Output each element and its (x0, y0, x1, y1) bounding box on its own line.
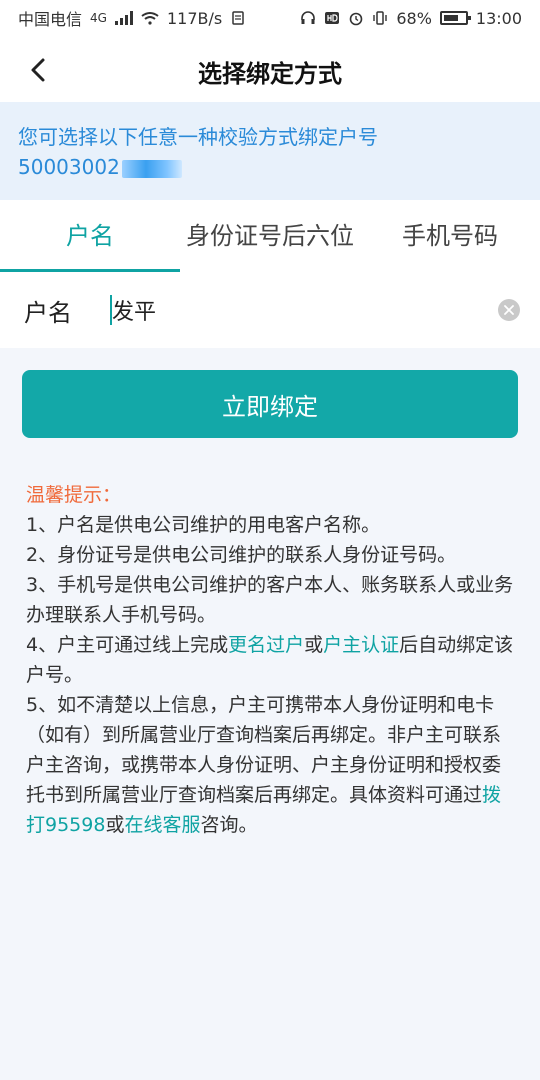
nav-bar: 选择绑定方式 (0, 36, 540, 102)
tip-item-4-text-b: 或 (304, 634, 324, 656)
rename-transfer-link[interactable]: 更名过户 (228, 634, 304, 656)
network-speed: 117B/s (166, 8, 223, 28)
account-name-input[interactable] (110, 295, 498, 325)
alarm-icon (350, 12, 363, 26)
tip-item-2: 2、身份证号是供电公司维护的联系人身份证号码。 (26, 544, 457, 566)
wifi-icon (141, 12, 159, 25)
verification-tabs: 户名 身份证号后六位 手机号码 (0, 200, 540, 272)
vibrate-icon (373, 11, 388, 25)
tips-title: 温馨提示： (26, 484, 122, 506)
account-number-visible: 50003002 (18, 155, 120, 179)
tab-account-name[interactable]: 户名 (0, 200, 180, 272)
online-service-link[interactable]: 在线客服 (124, 814, 200, 836)
redaction-mask (121, 159, 182, 178)
page-title: 选择绑定方式 (198, 60, 342, 88)
battery-percent: 68% (396, 8, 432, 28)
document-icon (232, 11, 244, 25)
notice-text: 您可选择以下任意一种校验方式绑定户号 (18, 125, 378, 149)
status-left: 中国电信 4G 117B/s (18, 6, 246, 30)
tip-item-4: 4、户主可通过线上完成更名过户或户主认证后自动绑定该户号。 (26, 630, 516, 690)
signal-tag: 4G (90, 11, 107, 25)
tip-item-4-text-a: 4、户主可通过线上完成 (26, 634, 229, 656)
tip-item-5: 5、如不清楚以上信息，户主可携带本人身份证明和电卡（如有）到所属营业厅查询档案后… (26, 690, 516, 840)
status-bar: 中国电信 4G 117B/s 68% 13:00 (0, 0, 540, 36)
tip-item-5-text-b: 或 (105, 814, 125, 836)
owner-verification-link[interactable]: 户主认证 (323, 634, 399, 656)
tab-id-last-six[interactable]: 身份证号后六位 (180, 200, 360, 272)
account-number: 50003002 (18, 152, 522, 182)
status-right: 68% 13:00 (300, 9, 522, 28)
account-name-row: 户名 (0, 272, 540, 348)
tab-phone-number[interactable]: 手机号码 (360, 200, 540, 272)
battery-icon (439, 11, 471, 25)
account-name-label: 户名 (24, 298, 72, 327)
bind-now-button[interactable]: 立即绑定 (22, 370, 518, 438)
clear-icon[interactable] (498, 299, 520, 321)
headphones-icon (301, 11, 316, 24)
tip-item-1: 1、户名是供电公司维护的用电客户名称。 (26, 514, 381, 536)
signal-icon (114, 11, 133, 25)
notice-banner: 您可选择以下任意一种校验方式绑定户号 50003002 (0, 102, 540, 200)
tips-section: 温馨提示： 1、户名是供电公司维护的用电客户名称。 2、身份证号是供电公司维护的… (26, 480, 516, 840)
tip-item-3: 3、手机号是供电公司维护的客户本人、账务联系人或业务办理联系人手机号码。 (26, 574, 514, 626)
carrier-label: 中国电信 (18, 10, 83, 29)
hd-icon (325, 12, 340, 24)
tip-item-5-text-a: 5、如不清楚以上信息，户主可携带本人身份证明和电卡（如有）到所属营业厅查询档案后… (26, 694, 502, 806)
clock: 13:00 (475, 8, 522, 28)
close-icon (504, 305, 514, 315)
tip-item-5-text-c: 咨询。 (200, 814, 258, 836)
